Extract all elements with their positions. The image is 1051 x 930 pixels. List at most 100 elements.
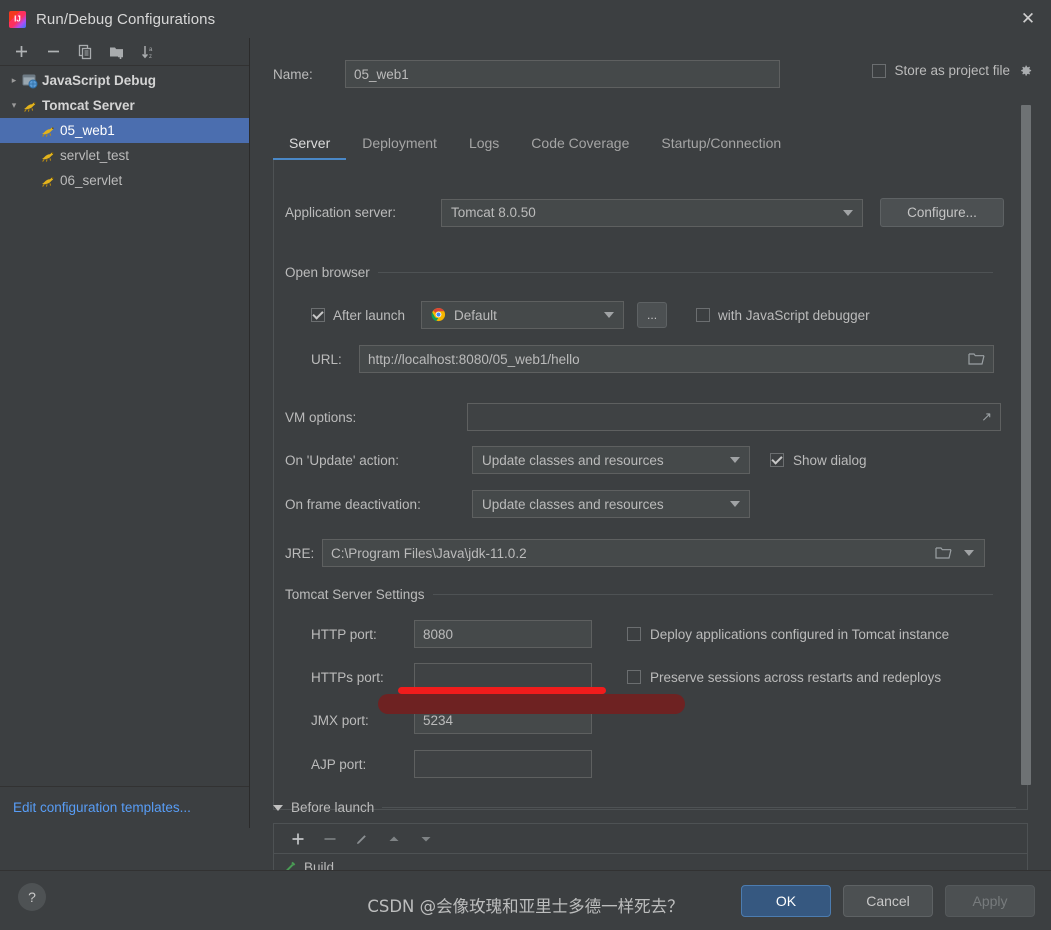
before-launch-header[interactable]: Before launch	[273, 800, 1028, 815]
arrow-down-icon[interactable]	[410, 825, 442, 853]
tab-code-coverage[interactable]: Code Coverage	[515, 128, 645, 160]
application-server-select[interactable]: Tomcat 8.0.50	[441, 198, 863, 227]
http-port-row: HTTP port: 8080 Deploy applications conf…	[311, 620, 949, 648]
before-launch-title: Before launch	[291, 800, 375, 815]
sort-alpha-icon[interactable]: a z	[133, 39, 165, 65]
jmx-port-row: JMX port: 5234	[311, 706, 592, 734]
tomcat-icon	[40, 123, 56, 139]
jre-input[interactable]: C:\Program Files\Java\jdk-11.0.2	[322, 539, 985, 567]
tab-logs[interactable]: Logs	[453, 128, 515, 160]
on-update-action-label: On 'Update' action:	[285, 452, 399, 468]
url-label: URL:	[311, 351, 342, 367]
tree-item-06-servlet[interactable]: 06_servlet	[0, 168, 249, 193]
svg-text:a: a	[149, 47, 153, 53]
open-browser-label: Open browser	[285, 265, 370, 280]
tree-item-label: 06_servlet	[60, 173, 123, 188]
tomcat-server-settings-label: Tomcat Server Settings	[285, 587, 425, 602]
on-frame-deactivation-label: On frame deactivation:	[285, 496, 421, 512]
javascript-debug-icon	[22, 73, 38, 89]
tree-item-servlet-test[interactable]: servlet_test	[0, 143, 249, 168]
vertical-scrollbar[interactable]	[1021, 105, 1031, 785]
on-frame-deactivation-select[interactable]: Update classes and resources	[472, 490, 750, 518]
jre-value: C:\Program Files\Java\jdk-11.0.2	[331, 545, 527, 561]
jmx-port-label: JMX port:	[311, 712, 369, 728]
group-divider	[432, 594, 993, 595]
chevron-down-icon[interactable]: ▾	[6, 100, 22, 111]
url-row: URL: http://localhost:8080/05_web1/hello	[311, 345, 994, 373]
tab-startup-connection[interactable]: Startup/Connection	[645, 128, 797, 160]
chevron-down-icon[interactable]	[964, 550, 974, 556]
application-server-label: Application server:	[285, 205, 397, 220]
after-launch-label: After launch	[333, 307, 406, 323]
tree-item-label: 05_web1	[60, 123, 115, 138]
folder-add-icon[interactable]	[101, 39, 133, 65]
tomcat-icon	[22, 98, 38, 114]
store-as-project-file-label: Store as project file	[894, 63, 1010, 78]
remove-task-button[interactable]	[314, 825, 346, 853]
ok-button[interactable]: OK	[741, 885, 831, 917]
jre-row: JRE: C:\Program Files\Java\jdk-11.0.2	[285, 539, 985, 567]
store-as-project-file-checkbox[interactable]	[872, 63, 887, 78]
vm-options-row: VM options: ↗	[285, 403, 1001, 431]
browser-select[interactable]: Default	[421, 301, 625, 329]
chevron-down-icon	[730, 457, 740, 463]
folder-icon[interactable]	[935, 546, 952, 560]
add-configuration-button[interactable]	[5, 39, 37, 65]
help-button[interactable]: ?	[18, 883, 46, 911]
browse-browser-button[interactable]: ...	[637, 302, 668, 328]
sidebar-toolbar: a z	[0, 38, 249, 66]
copy-configuration-button[interactable]	[69, 39, 101, 65]
page-title: Run/Debug Configurations	[36, 10, 216, 28]
preserve-sessions-checkbox[interactable]	[627, 670, 641, 684]
deploy-applications-checkbox[interactable]	[627, 627, 641, 641]
tomcat-icon	[40, 148, 56, 164]
jmx-port-input[interactable]: 5234	[414, 706, 592, 734]
on-update-action-select[interactable]: Update classes and resources	[472, 446, 750, 474]
ajp-port-label: AJP port:	[311, 756, 367, 772]
after-launch-checkbox[interactable]	[311, 308, 325, 322]
with-javascript-debugger-label: with JavaScript debugger	[718, 307, 870, 323]
configure-button[interactable]: Configure...	[880, 198, 1004, 227]
on-update-action-row: On 'Update' action: Update classes and r…	[285, 446, 867, 474]
tab-server[interactable]: Server	[273, 128, 347, 160]
ajp-port-input[interactable]	[414, 750, 592, 778]
remove-configuration-button[interactable]	[37, 39, 69, 65]
chevron-right-icon[interactable]: ▸	[6, 75, 22, 86]
tree-item-tomcat-server[interactable]: ▾ Tomcat Server	[0, 93, 249, 118]
chevron-down-icon	[730, 501, 740, 507]
application-server-row: Application server: Tomcat 8.0.50 Config…	[285, 198, 1004, 227]
tree-item-05-web1[interactable]: 05_web1	[0, 118, 249, 143]
configurations-tree: ▸ JavaScript Debug ▾ Tomcat Server 05_we…	[0, 66, 249, 193]
tomcat-server-settings-group-title: Tomcat Server Settings	[285, 587, 1005, 602]
edit-configuration-templates-link[interactable]: Edit configuration templates...	[0, 786, 249, 828]
pencil-icon[interactable]	[346, 825, 378, 853]
name-input[interactable]: 05_web1	[345, 60, 780, 88]
gear-icon[interactable]	[1018, 63, 1033, 78]
with-javascript-debugger-checkbox[interactable]	[696, 308, 711, 322]
browser-value: Default	[454, 307, 497, 323]
expand-icon[interactable]: ↗	[981, 409, 992, 425]
tomcat-icon	[40, 173, 56, 189]
chevron-down-icon[interactable]	[273, 804, 283, 811]
show-dialog-label: Show dialog	[793, 452, 867, 468]
before-launch-toolbar	[274, 824, 1027, 854]
on-frame-deactivation-value: Update classes and resources	[482, 496, 664, 512]
http-port-label: HTTP port:	[311, 626, 377, 642]
title-bar: Run/Debug Configurations ✕	[0, 0, 1051, 38]
tree-item-javascript-debug[interactable]: ▸ JavaScript Debug	[0, 68, 249, 93]
group-divider	[382, 807, 1016, 808]
cancel-button[interactable]: Cancel	[843, 885, 933, 917]
application-server-value: Tomcat 8.0.50	[451, 205, 536, 220]
vm-options-input[interactable]: ↗	[467, 403, 1001, 431]
arrow-up-icon[interactable]	[378, 825, 410, 853]
show-dialog-checkbox[interactable]	[770, 453, 784, 467]
folder-icon[interactable]	[968, 352, 985, 366]
https-port-input[interactable]	[414, 663, 592, 691]
tab-deployment[interactable]: Deployment	[346, 128, 453, 160]
add-task-button[interactable]	[282, 825, 314, 853]
preserve-sessions-label: Preserve sessions across restarts and re…	[650, 669, 942, 685]
close-icon[interactable]: ✕	[1005, 0, 1051, 38]
url-input[interactable]: http://localhost:8080/05_web1/hello	[359, 345, 994, 373]
group-divider	[377, 272, 993, 273]
http-port-input[interactable]: 8080	[414, 620, 592, 648]
